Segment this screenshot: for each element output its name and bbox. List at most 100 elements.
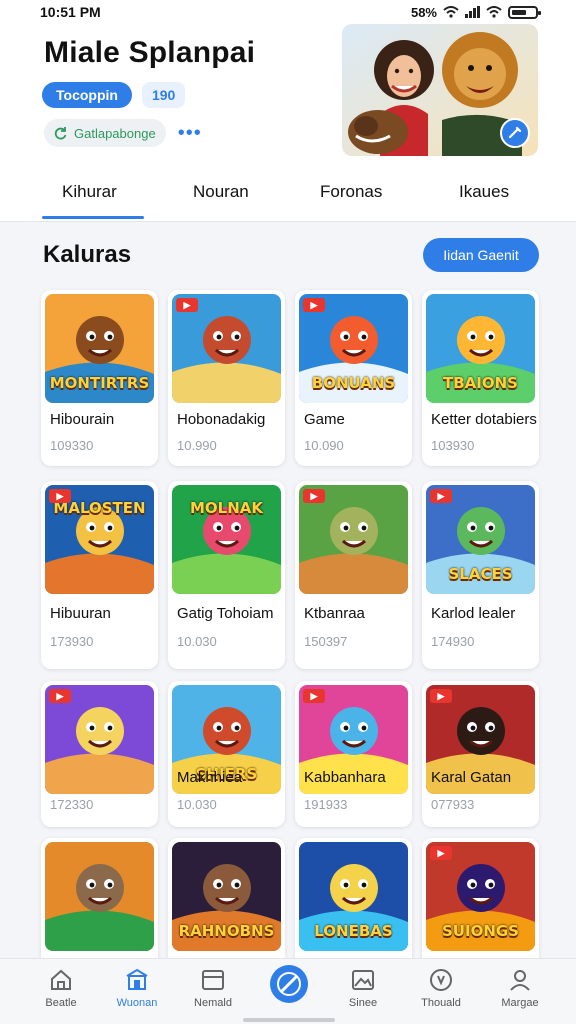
nav-item-beatle[interactable]: Beatle xyxy=(31,967,91,1009)
count-pill: 190 xyxy=(141,82,186,108)
game-title: Hibourain xyxy=(50,411,115,428)
game-thumbnail: SUIONGS ▶ xyxy=(426,842,535,951)
game-title: Gatig Tohoiam xyxy=(177,605,274,622)
hero-banner[interactable] xyxy=(342,24,538,156)
game-thumbnail xyxy=(45,842,154,951)
category-tabs: Kihurar Nouran Foronas Ikaues xyxy=(0,166,576,222)
nav-item-sinee[interactable]: Sinee xyxy=(333,967,393,1009)
refresh-icon xyxy=(54,127,67,140)
game-thumbnail: MALOSTEN ▶ xyxy=(45,485,154,594)
game-play-count: 077933 xyxy=(431,797,475,812)
game-card[interactable] xyxy=(41,838,158,968)
app-screen: 10:51 PM 58% Miale Splanpai Tocoppin 190… xyxy=(0,0,576,1024)
game-card[interactable]: MALOSTEN ▶ Hibuuran 173930 xyxy=(41,481,158,669)
wifi-icon-secondary xyxy=(486,6,502,18)
game-card[interactable]: BONUANS ▶ Game 10.090 xyxy=(295,290,412,466)
game-art-text: MONTIRTRS xyxy=(49,374,150,392)
game-title: Hibuuran xyxy=(50,605,111,622)
game-thumbnail: LONEBAS xyxy=(299,842,408,951)
game-thumbnail: MOLNAK xyxy=(172,485,281,594)
more-options-icon[interactable]: ••• xyxy=(178,123,202,143)
section-action-button[interactable]: Iidan Gaenit xyxy=(423,238,539,272)
game-card[interactable]: ▶ 172330 xyxy=(41,681,158,827)
new-badge-icon: ▶ xyxy=(49,489,71,503)
game-card[interactable]: SUIONGS ▶ xyxy=(422,838,539,968)
game-card[interactable]: ▶ Ktbanraa 150397 xyxy=(295,481,412,669)
filter-chip[interactable]: Gatlapabonge xyxy=(44,119,166,147)
game-play-count: 10.090 xyxy=(304,438,344,453)
game-title: Hobonadakig xyxy=(177,411,266,428)
game-title: Ktbanraa xyxy=(304,605,365,622)
profile-icon xyxy=(510,970,530,991)
game-card[interactable]: TBAIONS Ketter dotabiers 103930 xyxy=(422,290,539,466)
game-thumbnail: ▶ xyxy=(45,685,154,794)
compass-icon[interactable] xyxy=(270,965,308,1003)
game-card[interactable]: LONEBAS xyxy=(295,838,412,968)
game-art-text: SLACES xyxy=(448,565,513,583)
game-card[interactable]: ▶ Karal Gatan 077933 xyxy=(422,681,539,827)
game-thumbnail: RAHNOBNS xyxy=(172,842,281,951)
game-title: Kabbanhara xyxy=(304,769,386,786)
status-battery-text: 58% xyxy=(410,4,437,20)
new-badge-icon: ▶ xyxy=(176,298,198,312)
home-icon xyxy=(51,969,71,990)
header-pill-row: Tocoppin 190 xyxy=(42,82,186,108)
status-icons: 58% xyxy=(410,4,541,20)
primary-pill-button[interactable]: Tocoppin xyxy=(42,82,132,108)
nav-item-margae[interactable]: Margae xyxy=(490,967,550,1009)
new-badge-icon: ▶ xyxy=(430,689,452,703)
game-card[interactable]: MONTIRTRS Hibourain 109330 xyxy=(41,290,158,466)
section-title: Kaluras xyxy=(43,241,132,268)
edit-icon[interactable] xyxy=(500,118,530,148)
nav-label: Nemald xyxy=(194,997,232,1009)
game-card[interactable]: RAHNOBNS xyxy=(168,838,285,968)
nav-item-thouald[interactable]: Thouald xyxy=(411,967,471,1009)
app-title: Miale Splanpai xyxy=(44,36,256,69)
nav-label: Wuonan xyxy=(116,997,158,1009)
game-art-text: BONUANS xyxy=(311,374,396,392)
game-art-text: MOLNAK xyxy=(189,499,264,517)
tab-active-indicator xyxy=(42,216,144,219)
game-thumbnail: BONUANS ▶ xyxy=(299,294,408,403)
nav-label: Thouald xyxy=(421,997,461,1009)
game-thumbnail: MONTIRTRS xyxy=(45,294,154,403)
game-title: Ketter dotabiers xyxy=(431,411,537,428)
game-title: Makhhiea xyxy=(177,769,243,786)
game-card[interactable]: SHIERS Makhhiea 10.030 xyxy=(168,681,285,827)
nav-item-nemald[interactable]: Nemald xyxy=(183,967,243,1009)
game-art-text: SUIONGS xyxy=(442,922,519,940)
tab-kihurar[interactable]: Kihurar xyxy=(62,182,117,202)
signal-icon xyxy=(465,6,480,18)
status-bar: 10:51 PM 58% xyxy=(0,0,576,24)
game-card[interactable]: ▶ Kabbanhara 191933 xyxy=(295,681,412,827)
game-play-count: 10.990 xyxy=(177,438,217,453)
battery-icon xyxy=(508,5,541,19)
game-card[interactable]: MOLNAK Gatig Tohoiam 10.030 xyxy=(168,481,285,669)
game-art-text: LONEBAS xyxy=(314,922,393,940)
game-play-count: 103930 xyxy=(431,438,475,453)
tab-ikaues[interactable]: Ikaues xyxy=(459,182,509,202)
tab-foronas[interactable]: Foronas xyxy=(320,182,382,202)
status-time: 10:51 PM xyxy=(40,4,101,20)
game-thumbnail: TBAIONS xyxy=(426,294,535,403)
image-icon xyxy=(352,970,374,990)
new-badge-icon: ▶ xyxy=(430,846,452,860)
nav-item-wuonan[interactable]: Wuonan xyxy=(107,967,167,1009)
game-play-count: 10.030 xyxy=(177,634,217,649)
game-thumbnail: ▶ xyxy=(172,294,281,403)
game-thumbnail: ▶ xyxy=(299,485,408,594)
clock-icon xyxy=(430,969,452,991)
nav-label: Sinee xyxy=(348,997,378,1009)
game-card[interactable]: SLACES ▶ Karlod lealer 174930 xyxy=(422,481,539,669)
wifi-icon xyxy=(443,6,459,18)
tab-nouran[interactable]: Nouran xyxy=(193,182,249,202)
store-icon xyxy=(126,968,148,990)
new-badge-icon: ▶ xyxy=(303,489,325,503)
new-badge-icon: ▶ xyxy=(303,298,325,312)
game-title: Karal Gatan xyxy=(431,769,512,786)
game-play-count: 172330 xyxy=(50,797,94,812)
new-badge-icon: ▶ xyxy=(49,689,71,703)
game-art-text: RAHNOBNS xyxy=(178,922,275,940)
game-card[interactable]: ▶ Hobonadakig 10.990 xyxy=(168,290,285,466)
nav-label: Beatle xyxy=(45,997,77,1009)
